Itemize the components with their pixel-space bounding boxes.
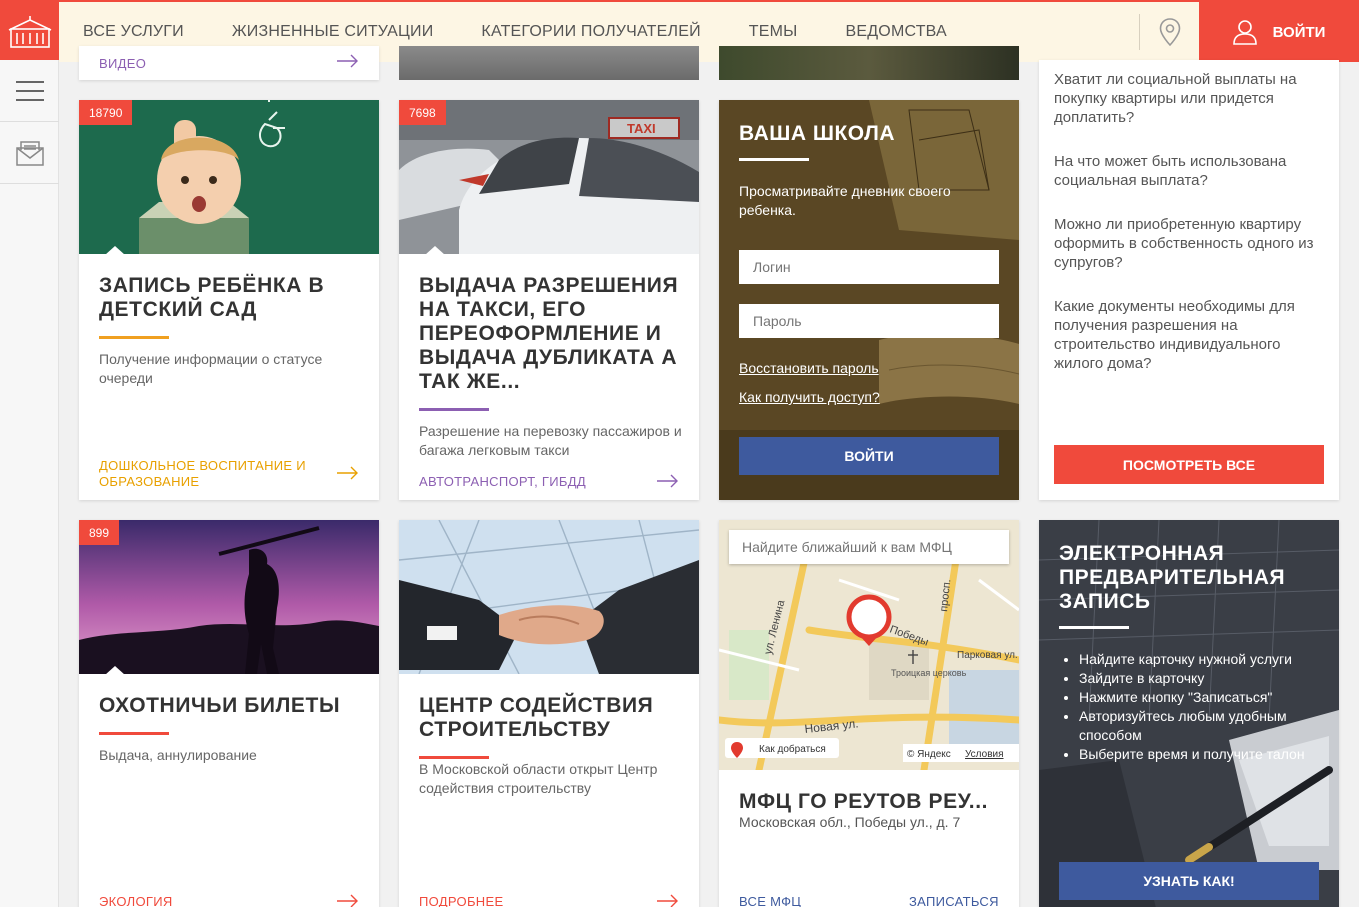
service-card-hunting[interactable]: 899 ОХОТНИЧЬИ БИЛЕТЫ Выдача, аннулирован… xyxy=(79,520,379,907)
step-item: Авторизуйтесь любым удобным способом xyxy=(1079,707,1329,745)
card-category-link[interactable]: АВТОТРАНСПОРТ, ГИБДД xyxy=(419,474,586,490)
card-description: В Московской области открыт Центр содейс… xyxy=(419,761,658,796)
mfc-signup-link[interactable]: ЗАПИСАТЬСЯ xyxy=(909,894,999,907)
views-badge: 18790 xyxy=(79,100,133,125)
step-item: Выберите время и получите талон xyxy=(1079,745,1329,764)
card-accent-line xyxy=(99,732,169,735)
nav-life-situations[interactable]: ЖИЗНЕННЫЕ СИТУАЦИИ xyxy=(232,23,434,41)
map-terms-link[interactable]: Условия xyxy=(965,749,1004,760)
faq-card: Хватит ли социальной выплаты на покупку … xyxy=(1039,60,1339,500)
faq-item[interactable]: На что может быть использована социальна… xyxy=(1054,152,1319,190)
home-logo[interactable] xyxy=(0,2,59,62)
step-item: Зайдите в карточку xyxy=(1079,669,1329,688)
get-access-link[interactable]: Как получить доступ? xyxy=(739,389,880,405)
e-queue-steps: Найдите карточку нужной услуги Зайдите в… xyxy=(1079,650,1329,764)
partial-card-video: ВИДЕО xyxy=(79,46,379,80)
left-sidebar xyxy=(0,60,59,907)
image-notch xyxy=(105,246,125,255)
all-mfc-link[interactable]: ВСЕ МФЦ xyxy=(739,894,801,907)
partial-card-image xyxy=(399,46,699,80)
step-item: Найдите карточку нужной услуги xyxy=(1079,650,1329,669)
nav-topics[interactable]: ТЕМЫ xyxy=(749,23,798,41)
arrow-right-icon[interactable] xyxy=(657,894,679,907)
arrow-right-icon[interactable] xyxy=(337,54,359,68)
views-badge: 7698 xyxy=(399,100,446,125)
step-item: Нажмите кнопку "Записаться" xyxy=(1079,688,1329,707)
video-link[interactable]: ВИДЕО xyxy=(99,56,146,71)
user-icon xyxy=(1232,20,1257,45)
card-accent-line xyxy=(419,756,489,759)
messages-button[interactable] xyxy=(0,122,59,184)
card-description: Разрешение на перевозку пассажиров и баг… xyxy=(419,423,682,458)
taxi-sign-text: TAXI xyxy=(627,121,656,136)
faq-item[interactable]: Какие документы необходимы для получения… xyxy=(1054,297,1319,373)
card-more-link[interactable]: ПОДРОБНЕЕ xyxy=(419,894,503,907)
arrow-right-icon[interactable] xyxy=(337,466,359,480)
poi-label: Троицкая церковь xyxy=(891,668,967,678)
mfc-map[interactable]: ул. Ленина Новая ул. Победы Парковая ул.… xyxy=(719,520,1019,770)
card-category-link[interactable]: ЭКОЛОГИЯ xyxy=(99,894,173,907)
street-label: Парковая ул. xyxy=(957,650,1018,661)
image-notch xyxy=(105,666,125,675)
envelope-icon xyxy=(15,140,44,166)
password-field[interactable] xyxy=(739,304,999,338)
learn-how-button[interactable]: УЗНАТЬ КАК! xyxy=(1059,862,1319,900)
nav-all-services[interactable]: ВСЕ УСЛУГИ xyxy=(83,23,184,41)
image-notch xyxy=(425,246,445,255)
school-accent-line xyxy=(739,158,809,161)
restore-password-link[interactable]: Восстановить пароль xyxy=(739,360,879,376)
arrow-right-icon[interactable] xyxy=(657,474,679,488)
service-card-construction[interactable]: ЦЕНТР СОДЕЙСТВИЯ СТРОИТЕЛЬСТВУ В Московс… xyxy=(399,520,699,907)
login-button[interactable]: ВОЙТИ xyxy=(1199,2,1359,62)
card-accent-line xyxy=(419,408,489,411)
login-field[interactable] xyxy=(739,250,999,284)
service-card-kindergarten[interactable]: 18790 ЗАПИСЬ РЕБЁНКА В ДЕТСКИЙ САД Получ… xyxy=(79,100,379,500)
hunting-image xyxy=(79,520,379,674)
views-badge: 899 xyxy=(79,520,120,545)
mfc-card: ул. Ленина Новая ул. Победы Парковая ул.… xyxy=(719,520,1019,907)
mfc-title[interactable]: МФЦ ГО РЕУТОВ РЕУ... xyxy=(739,790,988,814)
card-title[interactable]: ОХОТНИЧЬИ БИЛЕТЫ xyxy=(99,694,364,718)
faq-item[interactable]: Можно ли приобретенную квартиру оформить… xyxy=(1054,215,1319,272)
route-link[interactable]: Как добраться xyxy=(759,743,826,755)
login-label: ВОЙТИ xyxy=(1272,23,1326,41)
card-title[interactable]: ЦЕНТР СОДЕЙСТВИЯ СТРОИТЕЛЬСТВУ xyxy=(419,694,689,742)
card-description: Выдача, аннулирование xyxy=(99,747,257,763)
e-queue-card: ЭЛЕКТРОННАЯ ПРЕДВАРИТЕЛЬНАЯ ЗАПИСЬ Найди… xyxy=(1039,520,1339,907)
mfc-search-input[interactable] xyxy=(729,530,1009,564)
map-copyright: © Яндекс xyxy=(907,749,951,760)
school-description: Просматривайте дневник своего ребенка. xyxy=(739,183,951,218)
partial-card-image-2 xyxy=(719,46,1019,80)
e-queue-accent-line xyxy=(1059,626,1129,629)
e-queue-title: ЭЛЕКТРОННАЯ ПРЕДВАРИТЕЛЬНАЯ ЗАПИСЬ xyxy=(1059,542,1286,613)
view-all-button[interactable]: ПОСМОТРЕТЬ ВСЕ xyxy=(1054,445,1324,484)
card-description: Получение информации о статусе очереди xyxy=(99,351,323,386)
faq-item[interactable]: Хватит ли социальной выплаты на покупку … xyxy=(1054,70,1319,127)
card-title[interactable]: ЗАПИСЬ РЕБЁНКА В ДЕТСКИЙ САД xyxy=(99,274,364,322)
arrow-right-icon[interactable] xyxy=(337,894,359,907)
hamburger-menu-icon xyxy=(15,80,44,101)
school-diary-card: ВАША ШКОЛА Просматривайте дневник своего… xyxy=(719,100,1019,500)
card-title[interactable]: ВЫДАЧА РАЗРЕШЕНИЯ НА ТАКСИ, ЕГО ПЕРЕОФОР… xyxy=(419,274,689,394)
menu-button[interactable] xyxy=(0,60,59,122)
card-accent-line xyxy=(99,336,169,339)
school-title: ВАША ШКОЛА xyxy=(739,122,896,145)
card-category-link[interactable]: ДОШКОЛЬНОЕ ВОСПИТАНИЕ И ОБРАЗОВАНИЕ xyxy=(99,458,324,490)
government-building-icon xyxy=(8,16,51,48)
nav-departments[interactable]: ВЕДОМСТВА xyxy=(846,23,947,41)
handshake-image xyxy=(399,520,699,674)
service-card-taxi[interactable]: TAXI 7698 ВЫДАЧА РАЗРЕШЕНИЯ НА ТАКСИ, ЕГ… xyxy=(399,100,699,500)
nav-recipient-categories[interactable]: КАТЕГОРИИ ПОЛУЧАТЕЛЕЙ xyxy=(481,23,700,41)
school-login-button[interactable]: ВОЙТИ xyxy=(739,437,999,475)
location-button[interactable] xyxy=(1139,14,1199,50)
map-pin-icon xyxy=(1159,18,1180,46)
mfc-address: Московская обл., Победы ул., д. 7 xyxy=(739,814,961,830)
